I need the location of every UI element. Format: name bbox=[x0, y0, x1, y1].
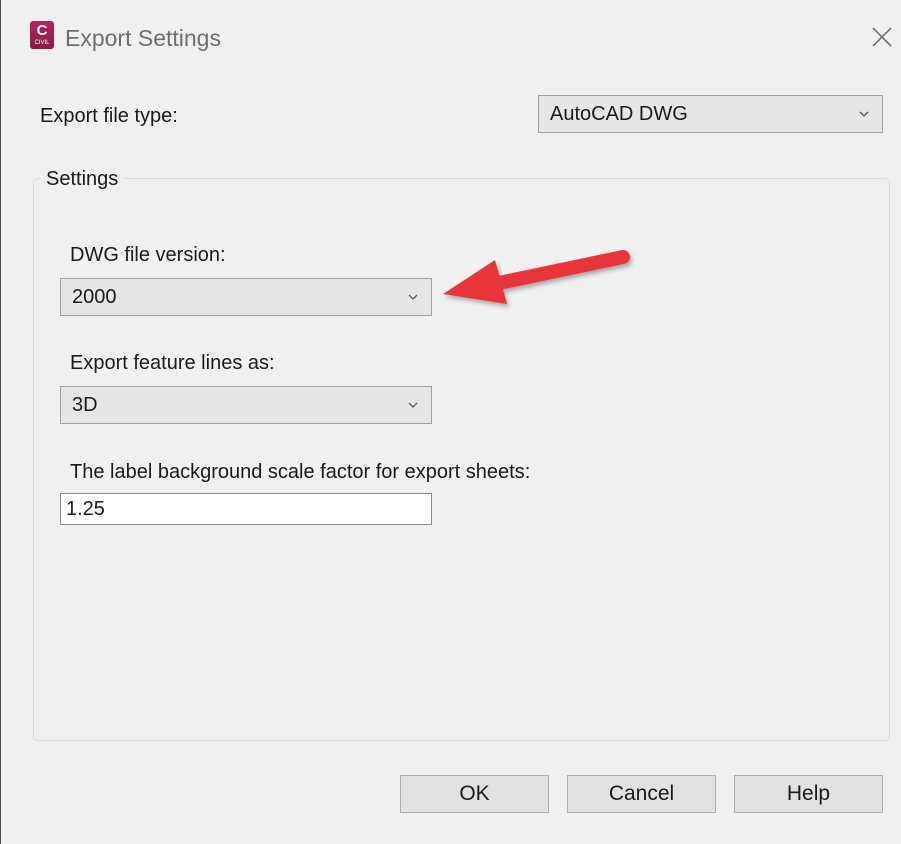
window-title: Export Settings bbox=[65, 25, 221, 51]
ok-button[interactable]: OK bbox=[400, 775, 549, 813]
chevron-down-icon bbox=[859, 111, 869, 117]
dwg-version-select[interactable]: 2000 bbox=[60, 278, 432, 316]
dwg-version-value: 2000 bbox=[72, 286, 117, 308]
close-button[interactable] bbox=[861, 16, 901, 56]
label-scale-label: The label background scale factor for ex… bbox=[70, 461, 531, 483]
feature-lines-label: Export feature lines as: bbox=[70, 352, 275, 374]
feature-lines-select[interactable]: 3D bbox=[60, 386, 432, 424]
export-settings-dialog: C CIVIL Export Settings Export file type… bbox=[0, 0, 901, 844]
civil-3d-app-icon: C CIVIL bbox=[30, 21, 54, 49]
close-icon bbox=[872, 27, 892, 47]
app-icon-caption: CIVIL bbox=[34, 40, 50, 46]
label-scale-input[interactable] bbox=[60, 493, 432, 525]
settings-group-title: Settings bbox=[41, 166, 125, 192]
export-file-type-label: Export file type: bbox=[40, 105, 178, 127]
chevron-down-icon bbox=[408, 294, 418, 300]
help-button[interactable]: Help bbox=[734, 775, 883, 813]
app-icon-letter: C bbox=[36, 22, 48, 39]
dwg-version-label: DWG file version: bbox=[70, 244, 226, 266]
cancel-button[interactable]: Cancel bbox=[567, 775, 716, 813]
feature-lines-value: 3D bbox=[72, 394, 98, 416]
chevron-down-icon bbox=[408, 402, 418, 408]
export-file-type-value: AutoCAD DWG bbox=[550, 103, 688, 125]
title-bar: C CIVIL Export Settings bbox=[1, 0, 901, 78]
export-file-type-select[interactable]: AutoCAD DWG bbox=[538, 95, 883, 133]
